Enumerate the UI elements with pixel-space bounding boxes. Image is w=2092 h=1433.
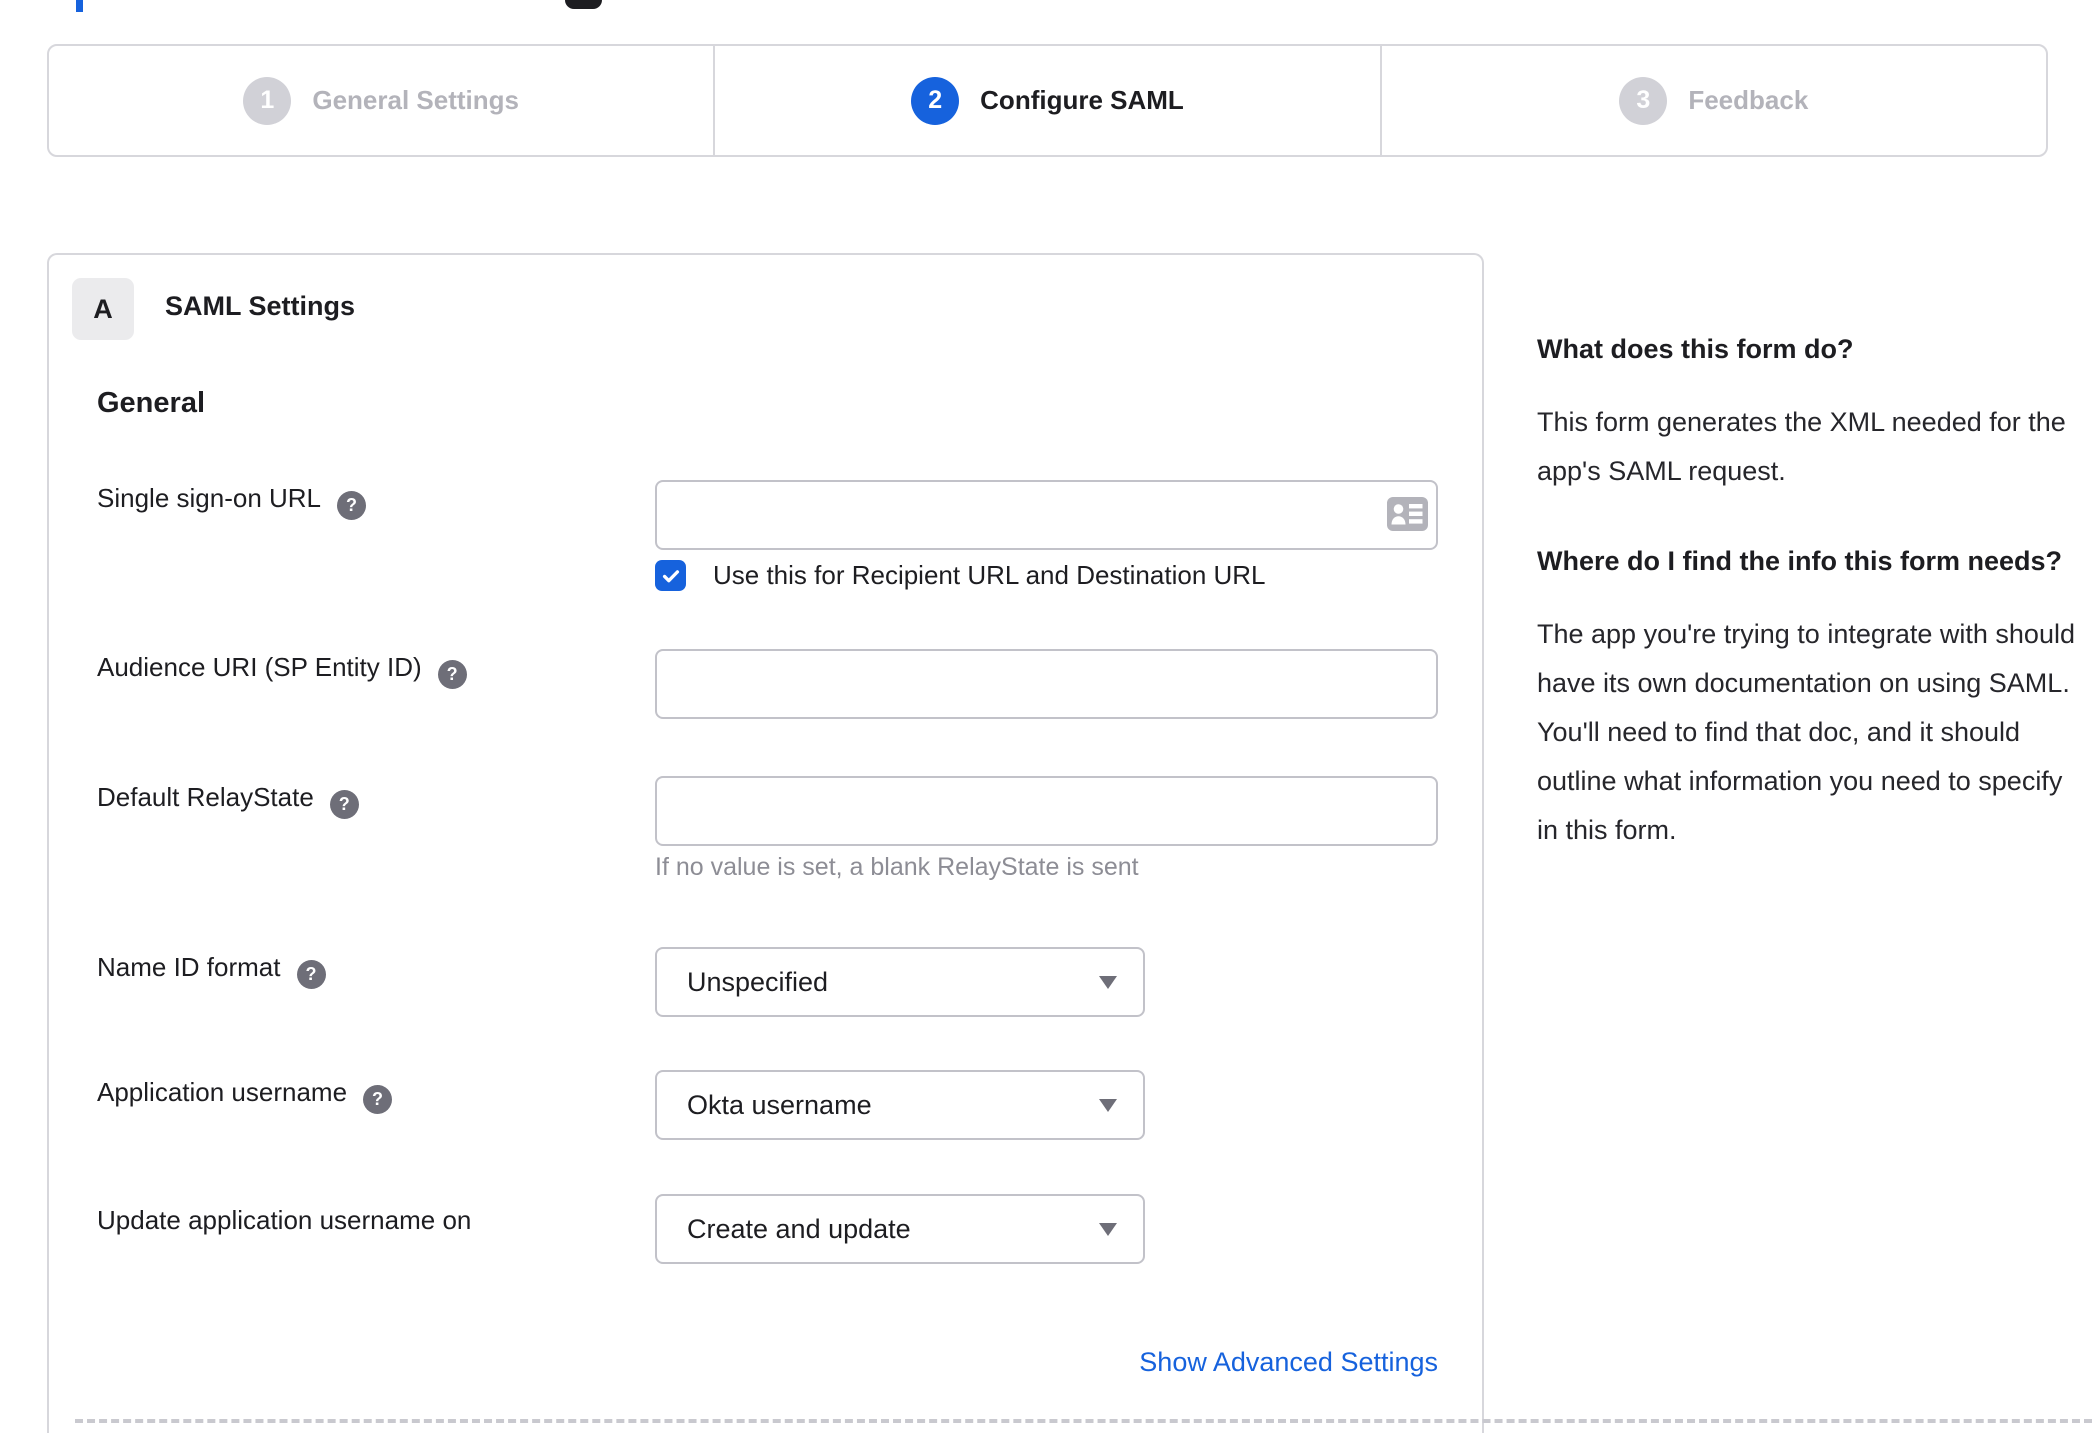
relay-state-input[interactable] xyxy=(655,776,1438,846)
recipient-url-checkbox[interactable] xyxy=(655,560,686,591)
chevron-down-icon xyxy=(1099,976,1117,989)
relay-state-hint: If no value is set, a blank RelayState i… xyxy=(655,853,1139,881)
recipient-url-checkbox-row: Use this for Recipient URL and Destinati… xyxy=(655,560,1266,591)
page-title-fragment-blue xyxy=(76,0,83,12)
step-configure-saml[interactable]: 2 Configure SAML xyxy=(713,46,1379,155)
update-username-value: Create and update xyxy=(687,1213,911,1244)
group-title-general: General xyxy=(97,387,205,419)
help-icon[interactable]: ? xyxy=(296,960,326,989)
sidebar-heading-what: What does this form do? xyxy=(1537,334,1854,364)
update-username-label: Update application username on xyxy=(97,1205,472,1235)
chevron-down-icon xyxy=(1099,1099,1117,1112)
show-advanced-settings-link[interactable]: Show Advanced Settings xyxy=(655,1347,1438,1378)
audience-uri-input[interactable] xyxy=(655,649,1438,719)
audience-uri-label: Audience URI (SP Entity ID)? xyxy=(97,652,467,689)
help-sidebar: What does this form do? This form genera… xyxy=(1537,326,2089,855)
check-icon xyxy=(662,569,679,582)
section-dashed-divider xyxy=(75,1419,2092,1423)
help-icon[interactable]: ? xyxy=(329,790,359,819)
update-username-select[interactable]: Create and update xyxy=(655,1194,1145,1264)
panel-title: SAML Settings xyxy=(165,291,356,321)
step-1-label: General Settings xyxy=(312,85,519,115)
step-3-label: Feedback xyxy=(1688,85,1809,115)
application-username-label: Application username? xyxy=(97,1077,393,1114)
sidebar-paragraph-what: This form generates the XML needed for t… xyxy=(1537,407,2066,486)
step-2-number-badge: 2 xyxy=(911,76,960,125)
page-title-fragment-dark xyxy=(565,0,602,9)
name-id-format-select[interactable]: Unspecified xyxy=(655,947,1145,1017)
relay-state-label: Default RelayState? xyxy=(97,782,359,819)
step-1-number-badge: 1 xyxy=(243,76,292,125)
sidebar-heading-where: Where do I find the info this form needs… xyxy=(1537,546,2062,576)
recipient-url-checkbox-label[interactable]: Use this for Recipient URL and Destinati… xyxy=(713,560,1266,591)
help-icon[interactable]: ? xyxy=(363,1085,393,1114)
contact-card-icon xyxy=(1387,497,1428,536)
step-3-number-badge: 3 xyxy=(1619,76,1668,125)
sso-url-input[interactable] xyxy=(655,480,1438,550)
name-id-format-label: Name ID format? xyxy=(97,952,326,989)
step-general-settings[interactable]: 1 General Settings xyxy=(49,46,713,155)
section-a-badge: A xyxy=(72,278,134,340)
application-username-select[interactable]: Okta username xyxy=(655,1070,1145,1140)
name-id-format-value: Unspecified xyxy=(687,966,829,997)
application-username-value: Okta username xyxy=(687,1089,872,1120)
wizard-stepper: 1 General Settings 2 Configure SAML 3 Fe… xyxy=(47,44,2048,157)
help-icon[interactable]: ? xyxy=(437,660,467,689)
sso-url-label: Single sign-on URL? xyxy=(97,483,367,520)
chevron-down-icon xyxy=(1099,1223,1117,1236)
step-feedback[interactable]: 3 Feedback xyxy=(1379,46,2046,155)
step-2-label: Configure SAML xyxy=(980,85,1184,115)
sidebar-paragraph-where: The app you're trying to integrate with … xyxy=(1537,619,2075,845)
saml-settings-panel: A SAML Settings General Single sign-on U… xyxy=(47,253,1484,1433)
help-icon[interactable]: ? xyxy=(337,491,367,520)
